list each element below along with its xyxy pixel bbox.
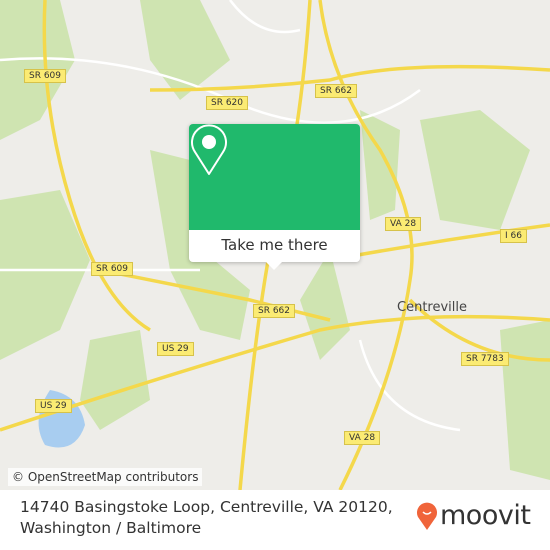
place-label-centreville: Centreville (397, 300, 467, 315)
road-label: SR 7783 (461, 352, 509, 366)
road-label: US 29 (35, 399, 72, 413)
moovit-logo: moovit (416, 500, 531, 531)
take-me-there-button[interactable]: Take me there (189, 230, 360, 262)
road-label: I 66 (500, 229, 527, 243)
road-label: SR 662 (315, 84, 358, 98)
map-attribution[interactable]: © OpenStreetMap contributors (8, 468, 203, 486)
map[interactable]: SR 609 SR 620 SR 662 VA 28 I 66 SR 609 S… (0, 0, 550, 490)
moovit-pin-icon (417, 502, 437, 530)
road-label: SR 609 (91, 262, 134, 276)
popup-header (189, 124, 360, 230)
road-label: SR 662 (253, 304, 296, 318)
road-label: SR 620 (206, 96, 249, 110)
map-pin-icon (191, 124, 227, 175)
road-label: VA 28 (344, 431, 381, 445)
road-label: SR 609 (24, 69, 67, 83)
road-label: VA 28 (385, 217, 422, 231)
address: 14740 Basingstoke Loop, Centreville, VA … (20, 497, 393, 539)
location-popup: Take me there (189, 124, 360, 270)
address-line-2: Washington / Baltimore (20, 519, 202, 537)
popup-pointer (265, 261, 283, 270)
address-line-1: 14740 Basingstoke Loop, Centreville, VA … (20, 498, 393, 516)
road-label: US 29 (157, 342, 194, 356)
moovit-wordmark: moovit (440, 500, 531, 531)
